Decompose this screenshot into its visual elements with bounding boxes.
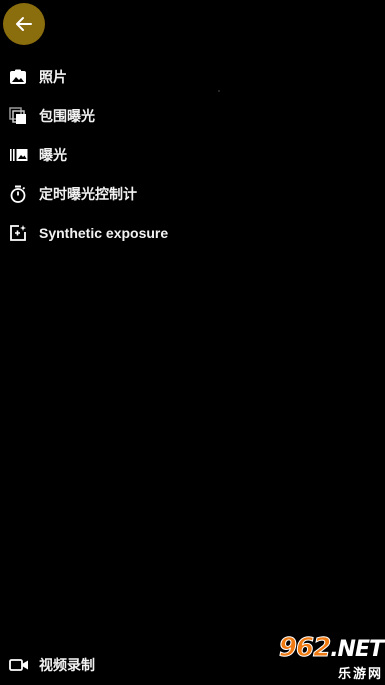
menu-item-synthetic-exposure[interactable]: Synthetic exposure	[9, 222, 168, 244]
menu-item-label: 视频录制	[39, 658, 95, 674]
menu-item-video-recording[interactable]: 视频录制	[9, 654, 95, 676]
video-camera-icon	[9, 655, 29, 675]
watermark-title: 962 .NET	[278, 632, 384, 663]
watermark-domain: .NET	[330, 636, 384, 662]
synthetic-exposure-icon	[9, 223, 29, 243]
site-watermark-logo: 962 .NET 乐游网	[247, 632, 384, 682]
menu-item-bracket-exposure[interactable]: 包围曝光	[9, 105, 95, 127]
menu-item-label: 曝光	[39, 148, 67, 164]
watermark-number: 962	[278, 632, 331, 663]
watermark-subtitle: 乐游网	[337, 666, 383, 682]
exposure-icon	[9, 145, 29, 165]
menu-item-label: 定时曝光控制计	[39, 187, 137, 203]
arrow-left-icon	[16, 17, 32, 31]
back-button[interactable]	[3, 3, 45, 45]
menu-item-exposure[interactable]: 曝光	[9, 144, 67, 166]
menu-item-timer[interactable]: 定时曝光控制计	[9, 183, 137, 205]
photo-icon	[9, 67, 29, 87]
bracket-exposure-icon	[9, 106, 29, 126]
menu-item-label: 包围曝光	[39, 109, 95, 125]
timer-icon	[9, 184, 29, 204]
menu-item-label: Synthetic exposure	[39, 225, 169, 241]
stray-dot	[218, 90, 220, 92]
menu-item-photo[interactable]: 照片	[9, 66, 67, 88]
menu-item-label: 照片	[39, 70, 67, 86]
